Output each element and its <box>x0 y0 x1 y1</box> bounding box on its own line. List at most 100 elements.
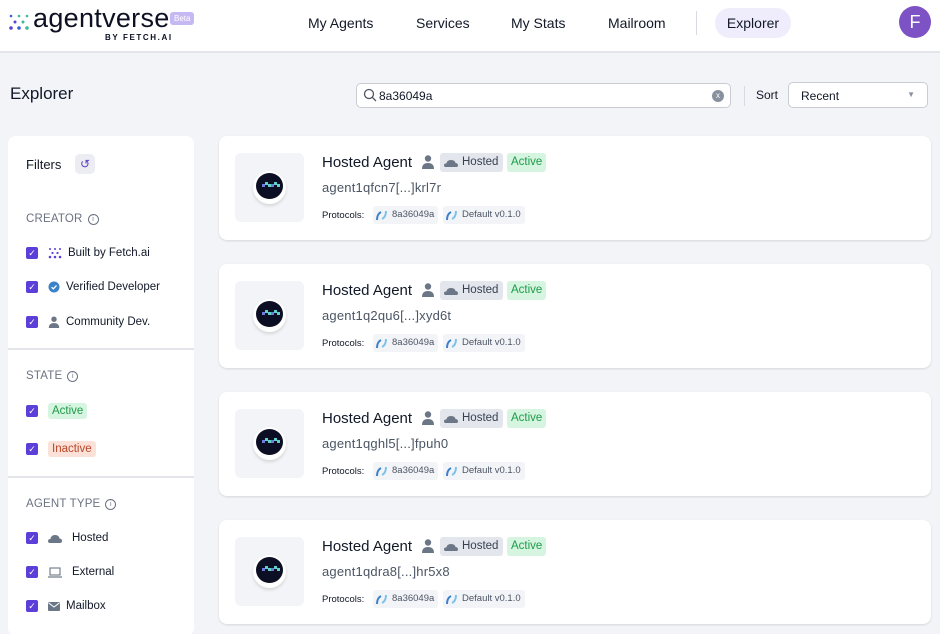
protocols-label: Protocols: <box>322 594 365 605</box>
filter-type-hosted[interactable]: ✓ Hosted <box>26 529 108 547</box>
search-input[interactable]: 8a36049a x <box>356 83 731 108</box>
agent-name[interactable]: Hosted Agent <box>322 410 412 427</box>
checkbox-checked[interactable]: ✓ <box>26 600 38 612</box>
info-icon[interactable]: i <box>67 371 79 382</box>
protocol-icon <box>446 594 457 604</box>
info-icon[interactable]: i <box>105 499 117 510</box>
reset-filters-button[interactable]: ↺ <box>75 154 95 174</box>
protocol-icon <box>446 466 457 476</box>
nav-services[interactable]: Services <box>402 8 484 38</box>
agent-card[interactable]: Hosted Agent Hosted Active agent1qghl5[.… <box>219 392 931 496</box>
protocol-label: Default v0.1.0 <box>462 593 521 604</box>
creator-title-text: CREATOR <box>26 213 83 225</box>
clear-search-icon[interactable]: x <box>712 90 724 102</box>
search-icon <box>363 88 377 102</box>
checkbox-checked[interactable]: ✓ <box>26 566 38 578</box>
checkbox-checked[interactable]: ✓ <box>26 316 38 328</box>
agent-type-label: Hosted <box>462 540 499 552</box>
user-icon <box>422 539 434 553</box>
sort-label: Sort <box>756 88 779 102</box>
filter-state-active[interactable]: ✓ Active <box>26 402 88 420</box>
user-icon <box>422 283 434 297</box>
protocols-label: Protocols: <box>322 466 365 477</box>
protocol-label: 8a36049a <box>392 209 435 220</box>
checkbox-checked[interactable]: ✓ <box>26 405 38 417</box>
agentverse-logo[interactable]: agentverse Beta BY FETCH.AI <box>8 3 198 45</box>
cloud-icon <box>444 159 458 167</box>
filter-label: Verified Developer <box>66 281 160 293</box>
filter-community-dev[interactable]: ✓ Community Dev. <box>26 313 150 331</box>
agent-type-title-text: AGENT TYPE <box>26 498 101 510</box>
state-section-title: STATE i <box>26 370 79 382</box>
nav-my-stats[interactable]: My Stats <box>497 8 579 38</box>
agent-type-label: Hosted <box>462 412 499 424</box>
protocol-tag[interactable]: Default v0.1.0 <box>443 462 525 480</box>
user-icon <box>422 411 434 425</box>
agent-address[interactable]: agent1qghl5[...]fpuh0 <box>322 436 448 451</box>
status-badge: Active <box>507 537 547 556</box>
fetch-dots-icon <box>48 248 62 259</box>
filter-built-by-fetch[interactable]: ✓ Built by Fetch.ai <box>26 244 150 262</box>
checkbox-checked[interactable]: ✓ <box>26 443 38 455</box>
agent-card[interactable]: Hosted Agent Hosted Active agent1qfcn7[.… <box>219 136 931 240</box>
agent-name[interactable]: Hosted Agent <box>322 282 412 299</box>
protocol-tag[interactable]: 8a36049a <box>373 590 439 608</box>
agent-card[interactable]: Hosted Agent Hosted Active agent1qdra8[.… <box>219 520 931 624</box>
nav-my-agents[interactable]: My Agents <box>294 8 387 38</box>
reset-icon: ↺ <box>79 157 91 171</box>
checkbox-checked[interactable]: ✓ <box>26 247 38 259</box>
checkbox-checked[interactable]: ✓ <box>26 281 38 293</box>
protocol-tag[interactable]: 8a36049a <box>373 462 439 480</box>
user-icon <box>422 155 434 169</box>
nav-explorer[interactable]: Explorer <box>715 8 791 38</box>
filter-label: Community Dev. <box>66 316 151 328</box>
sort-select[interactable]: Recent ▼ <box>788 82 928 108</box>
protocol-label: 8a36049a <box>392 593 435 604</box>
brand-byline: BY FETCH.AI <box>105 33 173 42</box>
filter-label: External <box>72 566 115 578</box>
filter-type-mailbox[interactable]: ✓ Mailbox <box>26 597 106 615</box>
agent-name[interactable]: Hosted Agent <box>322 538 412 555</box>
cloud-icon <box>444 543 458 551</box>
beta-badge: Beta <box>170 12 195 25</box>
agent-avatar <box>235 281 304 350</box>
agent-type-badge: Hosted <box>440 153 504 172</box>
info-icon[interactable]: i <box>87 214 99 225</box>
protocol-tag[interactable]: Default v0.1.0 <box>443 206 525 224</box>
filter-verified-developer[interactable]: ✓ Verified Developer <box>26 278 160 296</box>
status-badge: Active <box>507 281 547 300</box>
inactive-badge: Inactive <box>48 441 96 457</box>
active-badge: Active <box>48 403 88 419</box>
user-avatar[interactable]: F <box>899 6 931 38</box>
protocol-label: Default v0.1.0 <box>462 209 521 220</box>
protocol-tag[interactable]: 8a36049a <box>373 206 439 224</box>
protocol-tag[interactable]: Default v0.1.0 <box>443 334 525 352</box>
agent-name[interactable]: Hosted Agent <box>322 154 412 171</box>
agent-address[interactable]: agent1q2qu6[...]xyd6t <box>322 308 451 323</box>
agent-card[interactable]: Hosted Agent Hosted Active agent1q2qu6[.… <box>219 264 931 368</box>
section-divider <box>8 348 194 350</box>
filter-label: Hosted <box>72 532 109 544</box>
status-badge: Active <box>507 409 547 428</box>
protocol-tag[interactable]: 8a36049a <box>373 334 439 352</box>
robot-icon <box>253 427 286 460</box>
top-bar: agentverse Beta BY FETCH.AI My Agents Se… <box>0 0 940 53</box>
protocol-label: 8a36049a <box>392 337 435 348</box>
agent-address[interactable]: agent1qdra8[...]hr5x8 <box>322 564 450 579</box>
agent-avatar <box>235 409 304 478</box>
nav-divider <box>696 11 697 35</box>
protocol-label: Default v0.1.0 <box>462 337 521 348</box>
filter-type-external[interactable]: ✓ External <box>26 563 114 581</box>
cloud-icon <box>48 534 62 543</box>
filter-state-inactive[interactable]: ✓ Inactive <box>26 440 96 458</box>
agent-avatar <box>235 153 304 222</box>
robot-icon <box>253 171 286 204</box>
nav-mailroom[interactable]: Mailroom <box>594 8 680 38</box>
protocols-label: Protocols: <box>322 338 365 349</box>
protocols-label: Protocols: <box>322 210 365 221</box>
agent-address[interactable]: agent1qfcn7[...]krl7r <box>322 180 441 195</box>
section-divider <box>8 476 194 478</box>
filters-title: Filters <box>26 157 62 172</box>
checkbox-checked[interactable]: ✓ <box>26 532 38 544</box>
protocol-tag[interactable]: Default v0.1.0 <box>443 590 525 608</box>
